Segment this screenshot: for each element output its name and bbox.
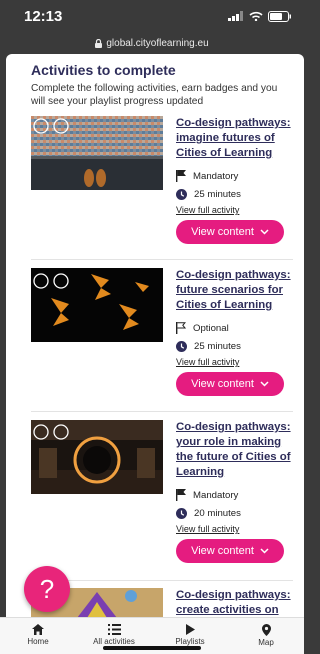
address-bar[interactable]: global.cityoflearning.eu bbox=[0, 32, 304, 54]
activity-card: Co-design pathways: create activities on bbox=[31, 588, 293, 617]
activity-card: Co-design pathways: your role in making … bbox=[31, 420, 293, 576]
activity-duration: 25 minutes bbox=[176, 185, 296, 203]
activity-info: Co-design pathways: your role in making … bbox=[176, 420, 296, 563]
view-full-activity-link[interactable]: View full activity bbox=[176, 357, 296, 367]
nav-playlists-label: Playlists bbox=[175, 637, 205, 646]
activity-card: Co-design pathways: future scenarios for… bbox=[31, 268, 293, 408]
activity-card: Co-design pathways: imagine futures of C… bbox=[31, 116, 293, 256]
section-heading: Activities to complete bbox=[31, 62, 176, 78]
signal-icon bbox=[228, 11, 243, 21]
play-icon bbox=[186, 624, 195, 635]
requirement-label: Mandatory bbox=[193, 170, 239, 182]
map-pin-icon bbox=[261, 624, 271, 636]
view-content-label: View content bbox=[191, 226, 254, 238]
activity-info: Co-design pathways: imagine futures of C… bbox=[176, 116, 296, 244]
view-content-button[interactable]: View content bbox=[176, 539, 284, 563]
flag-icon bbox=[176, 489, 186, 501]
help-button[interactable]: ? bbox=[24, 566, 70, 612]
view-full-activity-link[interactable]: View full activity bbox=[176, 524, 296, 534]
url-text: global.cityoflearning.eu bbox=[106, 37, 209, 49]
help-label: ? bbox=[39, 573, 55, 604]
chevron-down-icon bbox=[260, 381, 269, 387]
activity-requirement: Mandatory bbox=[176, 167, 296, 185]
wifi-icon bbox=[249, 11, 263, 21]
view-content-label: View content bbox=[191, 378, 254, 390]
status-icons bbox=[228, 10, 292, 22]
view-content-label: View content bbox=[191, 545, 254, 557]
card-divider bbox=[31, 580, 293, 581]
flag-outline-icon bbox=[176, 322, 186, 334]
card-divider bbox=[31, 411, 293, 412]
duration-label: 20 minutes bbox=[194, 507, 241, 519]
nav-map-label: Map bbox=[258, 638, 274, 647]
list-icon bbox=[107, 624, 121, 635]
lock-icon bbox=[95, 38, 103, 48]
duration-label: 25 minutes bbox=[194, 188, 241, 200]
activity-title[interactable]: Co-design pathways: imagine futures of C… bbox=[176, 116, 296, 161]
view-content-button[interactable]: View content bbox=[176, 372, 284, 396]
nav-home[interactable]: Home bbox=[0, 618, 76, 654]
clock-icon bbox=[176, 507, 187, 519]
status-bar: 12:13 bbox=[0, 0, 304, 32]
activity-info: Co-design pathways: future scenarios for… bbox=[176, 268, 296, 396]
duration-label: 25 minutes bbox=[194, 340, 241, 352]
home-indicator bbox=[103, 646, 201, 650]
chevron-down-icon bbox=[260, 229, 269, 235]
main-content: Activities to complete Complete the foll… bbox=[6, 54, 304, 617]
nav-home-label: Home bbox=[27, 637, 49, 646]
flag-icon bbox=[176, 170, 186, 182]
activity-duration: 25 minutes bbox=[176, 337, 296, 355]
section-intro: Complete the following activities, earn … bbox=[31, 83, 278, 107]
activity-title[interactable]: Co-design pathways: create activities on bbox=[176, 588, 296, 617]
activity-info: Co-design pathways: create activities on bbox=[176, 588, 296, 617]
view-content-button[interactable]: View content bbox=[176, 220, 284, 244]
activity-requirement: Optional bbox=[176, 319, 296, 337]
activity-thumbnail bbox=[31, 116, 163, 190]
nav-all-activities-label: All activities bbox=[93, 637, 135, 646]
chevron-down-icon bbox=[260, 548, 269, 554]
card-divider bbox=[31, 259, 293, 260]
clock-icon bbox=[176, 340, 187, 352]
requirement-label: Optional bbox=[193, 322, 229, 334]
activity-requirement: Mandatory bbox=[176, 486, 296, 504]
clock-icon bbox=[176, 188, 187, 200]
requirement-label: Mandatory bbox=[193, 489, 239, 501]
view-full-activity-link[interactable]: View full activity bbox=[176, 205, 296, 215]
activity-duration: 20 minutes bbox=[176, 504, 296, 522]
status-time: 12:13 bbox=[24, 7, 63, 25]
battery-icon bbox=[268, 10, 291, 22]
activity-title[interactable]: Co-design pathways: your role in making … bbox=[176, 420, 296, 480]
nav-map[interactable]: Map bbox=[228, 618, 304, 654]
activity-thumbnail bbox=[31, 420, 163, 494]
activity-thumbnail bbox=[31, 268, 163, 342]
home-icon bbox=[32, 624, 44, 635]
activity-title[interactable]: Co-design pathways: future scenarios for… bbox=[176, 268, 296, 313]
